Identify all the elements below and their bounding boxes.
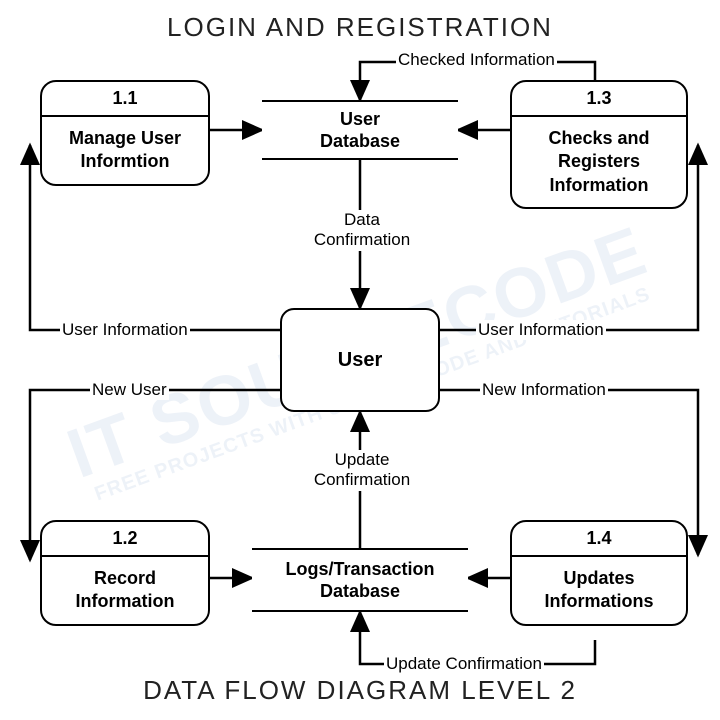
flow-update-confirm-mid: UpdateConfirmation [302, 450, 422, 491]
process-id: 1.3 [512, 82, 686, 117]
flow-data-confirm: DataConfirmation [305, 210, 419, 251]
flow-user-info-left: User Information [60, 320, 190, 340]
process-1-3: 1.3 Checks andRegistersInformation [510, 80, 688, 209]
process-1-4: 1.4 UpdatesInformations [510, 520, 688, 626]
flow-checked-info: Checked Information [396, 50, 557, 70]
process-label: UpdatesInformations [512, 557, 686, 624]
title-top: LOGIN AND REGISTRATION [0, 12, 720, 43]
datastore-logs-db: Logs/TransactionDatabase [252, 548, 468, 612]
process-id: 1.2 [42, 522, 208, 557]
process-id: 1.1 [42, 82, 208, 117]
flow-new-user: New User [90, 380, 169, 400]
process-label: Checks andRegistersInformation [512, 117, 686, 207]
entity-user: User [280, 308, 440, 412]
process-1-2: 1.2 RecordInformation [40, 520, 210, 626]
process-label: Manage UserInformtion [42, 117, 208, 184]
datastore-user-db: UserDatabase [262, 100, 458, 160]
process-1-1: 1.1 Manage UserInformtion [40, 80, 210, 186]
flow-new-info: New Information [480, 380, 608, 400]
flow-user-info-right: User Information [476, 320, 606, 340]
flow-update-confirm-bottom: Update Confirmation [384, 654, 544, 674]
process-id: 1.4 [512, 522, 686, 557]
title-bottom: DATA FLOW DIAGRAM LEVEL 2 [0, 675, 720, 706]
process-label: RecordInformation [42, 557, 208, 624]
